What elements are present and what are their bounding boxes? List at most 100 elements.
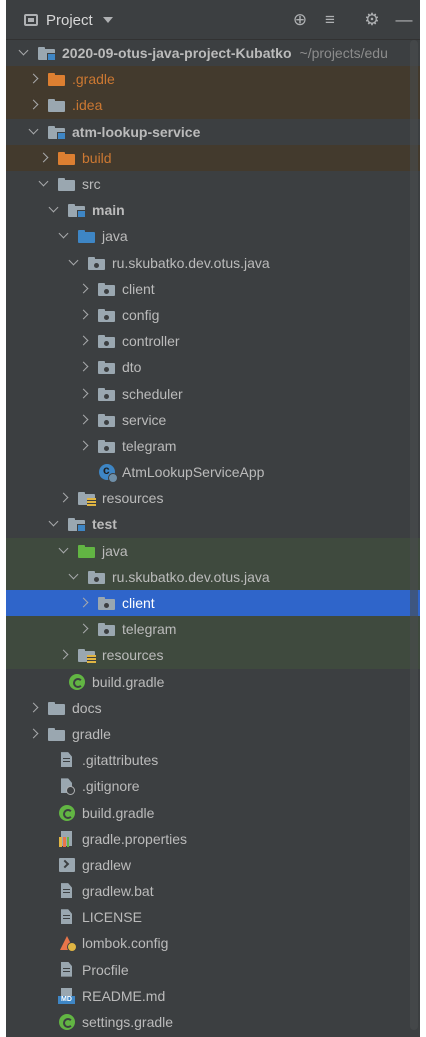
chevron-right-icon[interactable]: [76, 307, 92, 323]
tree-node[interactable]: dto: [6, 354, 420, 380]
chevron-right-icon[interactable]: [76, 412, 92, 428]
chevron-down-icon[interactable]: [56, 228, 72, 244]
tree-node-label: LICENSE: [82, 909, 142, 926]
tree-node[interactable]: gradle: [6, 721, 420, 747]
chevron-down-icon[interactable]: [36, 176, 52, 192]
tree-node-label: client: [122, 595, 155, 612]
tree-node[interactable]: .gitattributes: [6, 747, 420, 773]
chevron-right-icon[interactable]: [26, 71, 42, 87]
vertical-scrollbar[interactable]: [410, 40, 418, 1030]
tree-node[interactable]: build.gradle: [6, 799, 420, 825]
chevron-right-icon[interactable]: [76, 438, 92, 454]
tree-node[interactable]: gradlew: [6, 852, 420, 878]
tree-node[interactable]: gradlew.bat: [6, 878, 420, 904]
package-icon: [98, 621, 116, 637]
tree-node[interactable]: gradle.properties: [6, 826, 420, 852]
chevron-down-icon[interactable]: [66, 569, 82, 585]
tree-node[interactable]: main: [6, 197, 420, 223]
tree-node[interactable]: LICENSE: [6, 904, 420, 930]
chevron-right-icon[interactable]: [26, 726, 42, 742]
chevron-right-icon[interactable]: [76, 386, 92, 402]
tree-node[interactable]: resources: [6, 642, 420, 669]
tree-node[interactable]: telegram: [6, 616, 420, 643]
tree-node[interactable]: config: [6, 302, 420, 328]
collapse-all-icon[interactable]: ≡: [320, 10, 340, 30]
package-icon: [88, 255, 106, 271]
tree-node[interactable]: service: [6, 407, 420, 433]
tree-node[interactable]: src: [6, 171, 420, 197]
chevron-right-icon[interactable]: [26, 700, 42, 716]
chevron-down-icon[interactable]: [26, 124, 42, 140]
tree-node-label: build.gradle: [92, 673, 165, 690]
chevron-right-icon[interactable]: [76, 621, 92, 637]
hide-icon[interactable]: —: [394, 10, 414, 30]
tree-node[interactable]: telegram: [6, 433, 420, 459]
tree-node[interactable]: .idea: [6, 92, 420, 119]
tree-node-label: java: [102, 228, 128, 245]
tree-node[interactable]: build.gradle: [6, 669, 420, 695]
chevron-right-icon[interactable]: [76, 333, 92, 349]
tree-node[interactable]: settings.gradle: [6, 1009, 420, 1035]
chevron-right-icon[interactable]: [56, 647, 72, 663]
tree-node[interactable]: build: [6, 144, 420, 171]
tree-node-label: .idea: [72, 97, 103, 114]
tree-node[interactable]: lombok.config: [6, 930, 420, 956]
module-folder-icon: [68, 516, 86, 533]
tree-node[interactable]: controller: [6, 328, 420, 354]
chevron-down-icon[interactable]: [16, 45, 32, 61]
markdown-file-icon: [58, 987, 76, 1004]
tree-node-label: scheduler: [122, 385, 183, 402]
tree-node-label: lombok.config: [82, 935, 169, 952]
chevron-right-icon[interactable]: [76, 281, 92, 297]
package-icon: [98, 595, 116, 611]
tree-node-label: config: [122, 306, 160, 323]
tree-node[interactable]: scheduler: [6, 380, 420, 406]
lombok-config-icon: [58, 935, 77, 953]
package-icon: [98, 359, 116, 375]
tree-node[interactable]: ru.skubatko.dev.otus.java: [6, 563, 420, 590]
tree-node-label: telegram: [122, 437, 177, 454]
module-folder-icon: [38, 45, 56, 62]
tree-node-label: resources: [102, 647, 164, 664]
tree-node[interactable]: java: [6, 223, 420, 249]
tree-node[interactable]: Procfile: [6, 957, 420, 983]
tree-node[interactable]: .gitignore: [6, 773, 420, 799]
package-icon: [98, 333, 116, 349]
package-icon: [98, 386, 116, 402]
chevron-down-icon[interactable]: [56, 543, 72, 559]
chevron-right-icon[interactable]: [36, 150, 52, 166]
tree-node[interactable]: ru.skubatko.dev.otus.java: [6, 250, 420, 276]
project-view-selector[interactable]: Project: [24, 10, 113, 30]
chevron-down-icon[interactable]: [46, 516, 62, 532]
chevron-right-icon[interactable]: [56, 490, 72, 506]
chevron-down-icon[interactable]: [46, 202, 62, 218]
locate-icon[interactable]: ⊕: [290, 10, 310, 30]
tree-node[interactable]: .gradle: [6, 66, 420, 93]
test-resources-folder-icon: [78, 647, 96, 664]
tree-node[interactable]: java: [6, 537, 420, 564]
text-file-icon: [58, 962, 76, 978]
tree-node-label: build: [82, 149, 112, 166]
excluded-folder-icon: [58, 150, 76, 166]
tree-node-label: settings.gradle: [82, 1014, 174, 1031]
chevron-right-icon[interactable]: [76, 595, 92, 611]
tree-node[interactable]: resources: [6, 485, 420, 511]
tree-node[interactable]: atm-lookup-service: [6, 119, 420, 145]
tree-node[interactable]: test: [6, 511, 420, 537]
tree-node-label: test: [92, 516, 117, 533]
chevron-right-icon[interactable]: [76, 359, 92, 375]
gear-icon[interactable]: ⚙: [362, 10, 382, 30]
tree-node[interactable]: AtmLookupServiceApp: [6, 459, 420, 485]
tree-node[interactable]: docs: [6, 695, 420, 721]
chevron-right-icon[interactable]: [26, 97, 42, 113]
tree-node[interactable]: 2020-09-otus-java-project-Kubatko ~/proje…: [6, 40, 420, 66]
tree-node-label: gradle.properties: [82, 830, 188, 847]
tree-node-label: controller: [122, 333, 180, 350]
chevron-down-icon: [102, 17, 113, 23]
tree-node[interactable]: README.md: [6, 983, 420, 1009]
tree-node[interactable]: client: [6, 276, 420, 302]
tree-node[interactable]: client: [6, 589, 420, 617]
chevron-down-icon[interactable]: [66, 255, 82, 271]
